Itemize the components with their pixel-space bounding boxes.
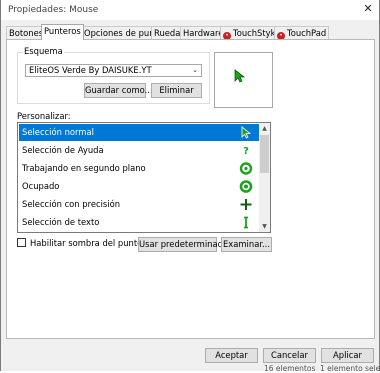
tab-touchstyk[interactable]: • TouchStyk [220,26,279,40]
tab-punteros[interactable]: Punteros [41,24,84,40]
window-title: Propiedades: Mouse [8,5,99,15]
mouse-properties-window: Propiedades: Mouse ✕ Botones Punteros Op… [0,0,380,371]
scheme-group: Esquema EliteOS Verde By DAISUKE.YT ⌄ Gu… [17,46,210,104]
delete-button[interactable]: Eliminar [151,83,202,98]
arrow-cursor-icon [234,69,246,83]
crosshair-cursor-icon [240,199,252,210]
help-cursor-icon: ? [243,146,249,157]
chevron-down-icon: ⌄ [192,66,198,74]
cancel-button[interactable]: Cancelar [263,348,316,363]
background-status-count: 16 elementos [264,364,316,373]
customize-label: Personalizar: [17,111,71,121]
scroll-up-icon[interactable]: ▲ [259,123,270,134]
scroll-thumb[interactable] [260,135,269,173]
busy-cursor-icon [239,180,253,193]
working-cursor-icon [239,162,253,175]
list-item-text-select[interactable]: Selección de texto [19,214,259,231]
background-status-selection: 1 elemento selec [320,364,380,373]
tab-strip: Botones Punteros Opciones de puntero Rue… [6,24,376,40]
list-item-working-background[interactable]: Trabajando en segundo plano [19,160,259,177]
shadow-checkbox-label: Habilitar sombra del puntero [30,238,151,248]
text-cursor-icon [244,216,248,229]
tab-touchpad[interactable]: • TouchPad [274,26,330,40]
scheme-selected-value: EliteOS Verde By DAISUKE.YT [29,65,152,75]
list-item-precision-select[interactable]: Selección con precisión [19,196,259,213]
tab-rueda[interactable]: Rueda [151,26,184,39]
save-as-button[interactable]: Guardar como... [84,83,153,98]
close-icon[interactable]: ✕ [361,2,375,16]
list-item-normal-select[interactable]: Selección normal [19,124,259,141]
arrow-cursor-icon [241,126,252,139]
use-default-button[interactable]: Usar predeterminado [138,237,228,252]
svg-text:?: ? [243,146,249,157]
scheme-select[interactable]: EliteOS Verde By DAISUKE.YT ⌄ [25,64,202,77]
pointers-panel: Esquema EliteOS Verde By DAISUKE.YT ⌄ Gu… [6,39,375,339]
list-item-busy[interactable]: Ocupado [19,178,259,195]
cursor-preview [214,52,273,108]
cursor-list[interactable]: Selección normal Selección de Ayuda ? Tr… [17,122,271,233]
list-scrollbar[interactable]: ▲ ▼ [259,123,270,232]
title-bar: Propiedades: Mouse ✕ [1,0,379,20]
shadow-checkbox[interactable] [17,238,26,247]
list-item-help-select[interactable]: Selección de Ayuda ? [19,142,259,159]
apply-button[interactable]: Aplicar [321,348,374,363]
browse-button[interactable]: Examinar... [221,237,272,252]
scroll-down-icon[interactable]: ▼ [259,221,270,232]
ok-button[interactable]: Aceptar [205,348,258,363]
scheme-label: Esquema [23,46,64,56]
